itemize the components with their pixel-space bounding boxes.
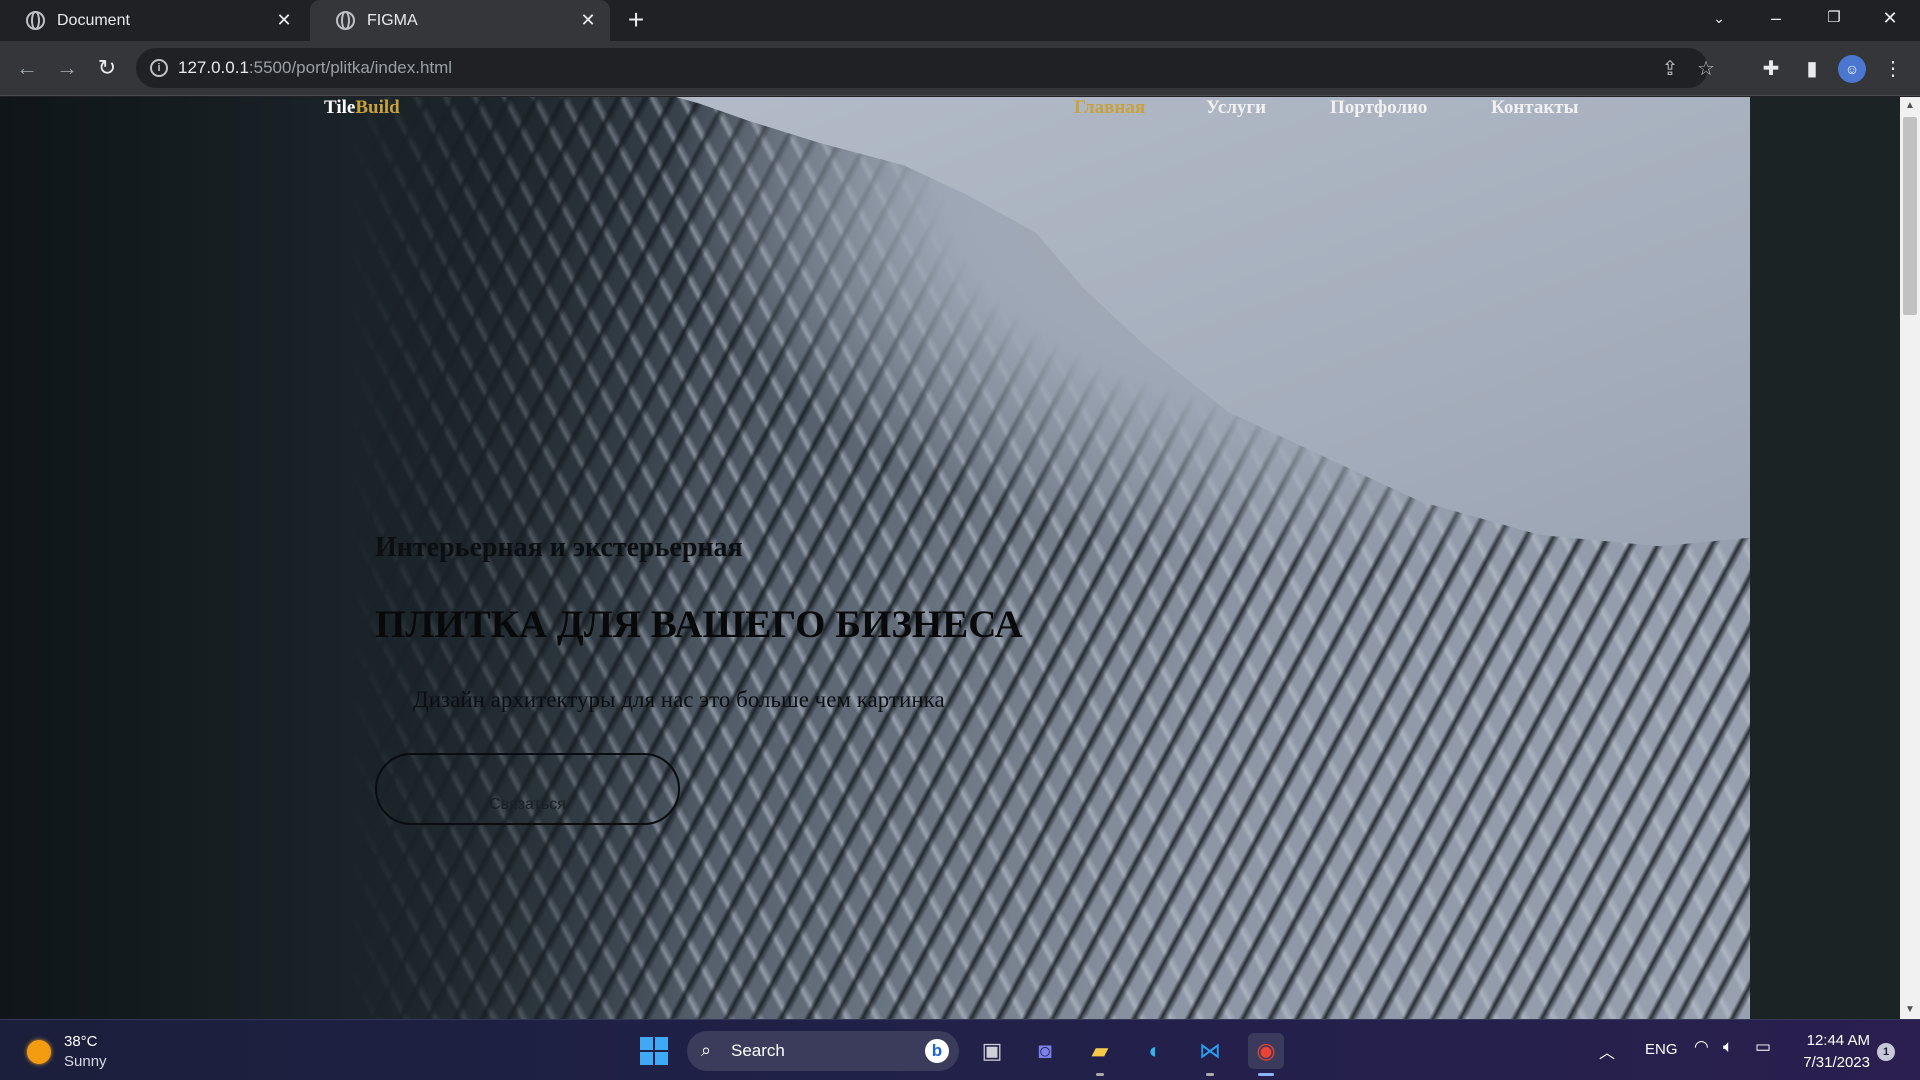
url-path: :5500/port/plitka/index.html: [248, 58, 453, 77]
taskbar-search[interactable]: ⌕ Search b: [687, 1031, 959, 1071]
close-window-icon[interactable]: ✕: [1862, 0, 1918, 36]
restore-icon[interactable]: ❐: [1806, 0, 1862, 36]
hero-background-sky: [640, 97, 1750, 547]
start-logo-tile: [655, 1052, 668, 1065]
nav-link-home[interactable]: Главная: [1074, 97, 1145, 119]
search-icon: ⌕: [701, 1040, 712, 1060]
globe-icon: [26, 11, 45, 30]
running-indicator: [1206, 1073, 1214, 1076]
hero-description: Дизайн архитектуры для нас это больше че…: [413, 687, 945, 712]
edge-browser-icon[interactable]: ◐: [1137, 1033, 1173, 1069]
start-logo-tile: [655, 1037, 668, 1050]
wifi-icon[interactable]: ◠: [1694, 1037, 1709, 1057]
teams-chat-icon[interactable]: ◙: [1027, 1033, 1063, 1069]
browser-tab-bar: Document ✕ FIGMA ✕ + ⌄ – ❐ ✕: [0, 0, 1920, 41]
page-viewport: TileBuild Главная Услуги Портфолио Конта…: [0, 97, 1920, 1019]
nav-link-portfolio[interactable]: Портфолио: [1330, 97, 1427, 119]
weather-description[interactable]: Sunny: [64, 1053, 107, 1070]
new-tab-button[interactable]: +: [623, 6, 649, 34]
tab-title: Document: [57, 11, 130, 29]
profile-avatar[interactable]: ☺: [1838, 55, 1866, 83]
tab-document[interactable]: Document ✕: [0, 0, 306, 41]
hero-section: TileBuild Главная Услуги Портфолио Конта…: [0, 97, 1750, 1019]
url-text[interactable]: 127.0.0.1:5500/port/plitka/index.html: [178, 58, 452, 78]
minimize-icon[interactable]: –: [1748, 0, 1804, 36]
back-button[interactable]: ←: [12, 53, 42, 83]
tab-title: FIGMA: [367, 11, 418, 29]
windows-taskbar: 38°C Sunny ⌕ Search b ▣ ◙ ▰ ◐ ⋈ ◉ ︿ ENG …: [0, 1019, 1920, 1080]
weather-temperature[interactable]: 38°C: [64, 1033, 98, 1050]
vscode-icon[interactable]: ⋈: [1192, 1033, 1228, 1076]
bing-icon[interactable]: b: [925, 1039, 949, 1063]
logo-text: Tile: [324, 97, 356, 118]
site-info-icon[interactable]: i: [150, 59, 168, 77]
show-hidden-icons-chevron-icon[interactable]: ︿: [1599, 1039, 1615, 1063]
contact-button[interactable]: Связаться: [375, 753, 680, 825]
notification-badge[interactable]: 1: [1877, 1043, 1895, 1061]
input-language[interactable]: ENG: [1645, 1041, 1678, 1058]
battery-icon[interactable]: ▭: [1755, 1037, 1771, 1057]
start-logo-tile: [640, 1037, 653, 1050]
task-view-icon[interactable]: ▣: [974, 1033, 1010, 1069]
url-host: 127.0.0.1: [178, 58, 249, 77]
sun-icon[interactable]: [27, 1040, 51, 1064]
tab-figma[interactable]: FIGMA ✕: [310, 0, 610, 41]
page-right-gutter: [1750, 97, 1920, 1019]
running-indicator: [1096, 1073, 1104, 1076]
volume-icon[interactable]: 🔈︎: [1723, 1037, 1733, 1057]
start-button[interactable]: [640, 1037, 668, 1065]
logo-accent-text: Build: [355, 97, 400, 118]
search-label: Search: [731, 1041, 785, 1060]
clock-time[interactable]: 12:44 AM: [1802, 1032, 1870, 1049]
forward-button[interactable]: →: [52, 53, 82, 83]
chrome-icon[interactable]: ◉: [1248, 1033, 1284, 1076]
browser-toolbar: ← → ↻ i 127.0.0.1:5500/port/plitka/index…: [0, 41, 1920, 96]
active-indicator: [1258, 1073, 1274, 1076]
extensions-icon[interactable]: ✚: [1758, 56, 1784, 82]
menu-icon[interactable]: ⋮: [1880, 56, 1906, 82]
scroll-down-arrow-icon[interactable]: ▼: [1900, 1001, 1920, 1019]
tab-search-icon[interactable]: ⌄: [1691, 0, 1747, 36]
globe-icon: [336, 11, 355, 30]
hero-subtitle: Интерьерная и экстерьерная: [375, 532, 743, 563]
bookmark-star-icon[interactable]: ☆: [1694, 57, 1718, 81]
share-icon[interactable]: ⇪: [1658, 57, 1682, 81]
nav-link-contacts[interactable]: Контакты: [1491, 97, 1578, 119]
start-logo-tile: [640, 1052, 653, 1065]
clock-date[interactable]: 7/31/2023: [1796, 1054, 1870, 1071]
close-tab-icon[interactable]: ✕: [274, 10, 294, 30]
close-tab-icon[interactable]: ✕: [578, 10, 598, 30]
nav-link-services[interactable]: Услуги: [1206, 97, 1266, 119]
file-explorer-icon[interactable]: ▰: [1082, 1033, 1118, 1076]
hero-title: ПЛИТКА ДЛЯ ВАШЕГО БИЗНЕСА: [375, 603, 1023, 646]
scrollbar-thumb[interactable]: [1903, 117, 1917, 315]
address-bar[interactable]: i 127.0.0.1:5500/port/plitka/index.html …: [136, 48, 1715, 88]
reload-button[interactable]: ↻: [92, 53, 122, 83]
site-logo[interactable]: TileBuild: [324, 97, 400, 119]
scroll-up-arrow-icon[interactable]: ▲: [1900, 97, 1920, 115]
side-panel-icon[interactable]: ▮: [1799, 56, 1825, 82]
page-scrollbar[interactable]: ▲ ▼: [1900, 97, 1920, 1019]
